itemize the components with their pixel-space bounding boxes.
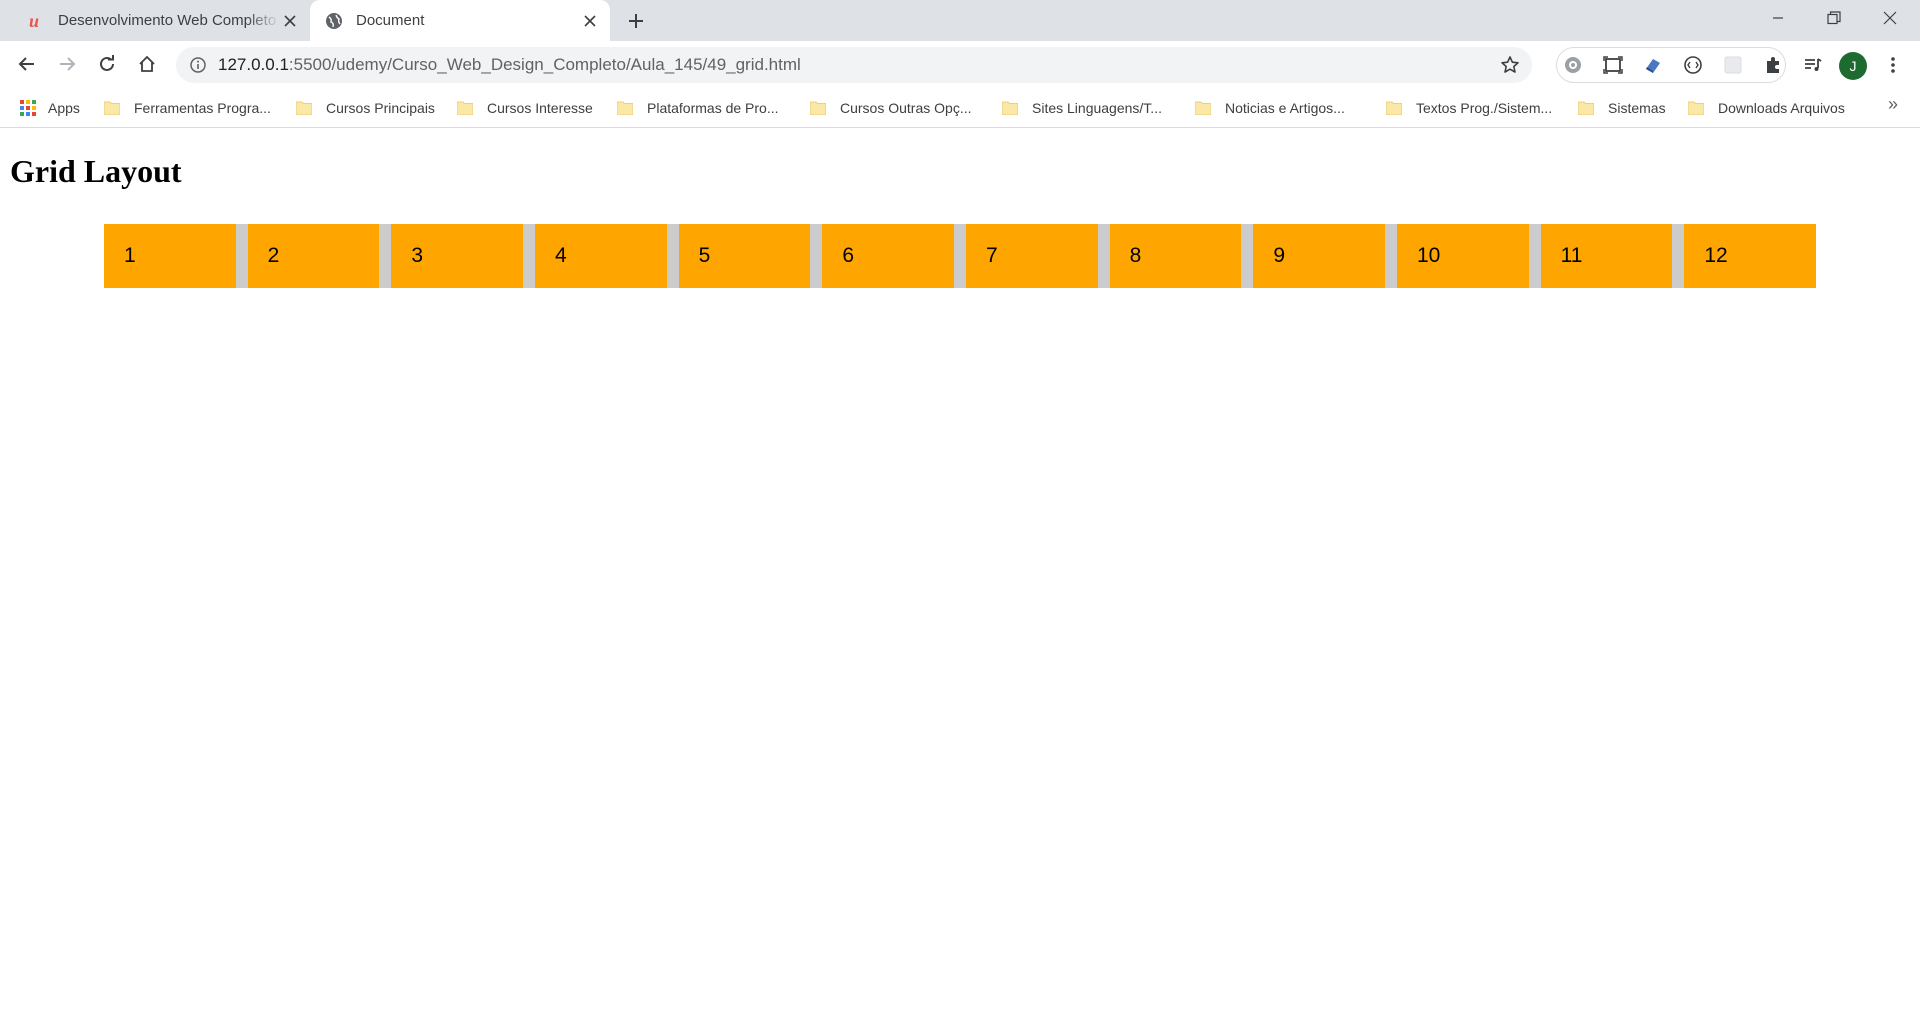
folder-icon — [104, 101, 120, 115]
grid-container: 1 2 3 4 5 6 7 8 9 10 11 12 — [104, 224, 1816, 288]
grid-item: 8 — [1109, 224, 1242, 288]
profile-avatar[interactable]: J — [1839, 52, 1867, 80]
folder-icon — [810, 101, 826, 115]
address-bar[interactable]: 127.0.0.1:5500/udemy/Curso_Web_Design_Co… — [176, 47, 1532, 83]
page-content: Grid Layout 1 2 3 4 5 6 7 8 9 10 11 12 — [0, 129, 1920, 1030]
globe-icon — [324, 11, 344, 31]
bookmark-star-icon[interactable] — [1500, 55, 1520, 75]
grid-item: 11 — [1540, 224, 1673, 288]
grid-item: 6 — [822, 224, 954, 288]
page-heading: Grid Layout — [10, 153, 182, 189]
folder-icon — [457, 101, 473, 115]
apps-grid-icon — [20, 100, 36, 116]
folder-icon — [296, 101, 312, 115]
folder-icon — [1688, 101, 1704, 115]
url-text: 127.0.0.1:5500/udemy/Curso_Web_Design_Co… — [218, 55, 801, 75]
home-button[interactable] — [132, 49, 162, 79]
code-extension-icon[interactable] — [1680, 52, 1706, 78]
bookmark-label: Textos Prog./Sistem... — [1416, 100, 1553, 116]
restore-button[interactable] — [1806, 0, 1862, 36]
extension-gear-icon[interactable] — [1560, 52, 1586, 78]
minimize-button[interactable] — [1750, 0, 1806, 36]
bookmark-label: Apps — [48, 100, 80, 116]
folder-icon — [1002, 101, 1018, 115]
close-tab-icon[interactable] — [580, 11, 600, 31]
new-tab-button[interactable] — [622, 8, 650, 34]
extensions-puzzle-icon[interactable] — [1760, 52, 1786, 78]
grid-item: 10 — [1397, 224, 1529, 288]
bookmark-label: Plataformas de Pro... — [647, 100, 779, 116]
reload-button[interactable] — [92, 49, 122, 79]
bookmark-label: Cursos Principais — [326, 100, 435, 116]
tab-title: Document — [356, 12, 425, 29]
media-queue-icon[interactable] — [1800, 52, 1826, 78]
bookmark-folder[interactable]: Plataformas de Pro... — [617, 95, 779, 121]
close-window-button[interactable] — [1862, 0, 1918, 36]
bookmark-folder[interactable]: Downloads Arquivos — [1688, 95, 1845, 121]
bookmark-folder[interactable]: Textos Prog./Sistem... — [1386, 95, 1552, 121]
bookmark-folder[interactable]: Sites Linguagens/T... — [1002, 95, 1162, 121]
tab-strip: u Desenvolvimento Web Completo Document — [0, 0, 1920, 41]
bookmark-label: Noticias e Artigos... — [1225, 100, 1345, 116]
grid-item: 9 — [1253, 224, 1385, 288]
browser-toolbar: 127.0.0.1:5500/udemy/Curso_Web_Design_Co… — [0, 41, 1920, 88]
folder-icon — [1386, 101, 1402, 115]
bookmark-folder[interactable]: Cursos Principais — [296, 95, 435, 121]
menu-kebab-icon[interactable] — [1880, 52, 1906, 78]
grid-item: 7 — [966, 224, 1098, 288]
bookmark-label: Sistemas — [1608, 100, 1666, 116]
grid-item: 3 — [391, 224, 523, 288]
tab-udemy[interactable]: u Desenvolvimento Web Completo — [12, 0, 310, 41]
extensions-area — [1556, 47, 1786, 83]
tab-document[interactable]: Document — [310, 0, 610, 41]
translate-extension-icon[interactable] — [1640, 52, 1666, 78]
folder-icon — [1578, 101, 1594, 115]
bookmark-label: Cursos Interesse — [487, 100, 593, 116]
bookmark-label: Cursos Outras Opç... — [840, 100, 972, 116]
url-path: :5500/udemy/Curso_Web_Design_Completo/Au… — [288, 55, 801, 74]
tab-title: Desenvolvimento Web Completo — [58, 12, 277, 29]
svg-text:u: u — [29, 11, 39, 31]
blank-extension-icon[interactable] — [1720, 52, 1746, 78]
bookmark-label: Ferramentas Progra... — [134, 100, 271, 116]
folder-icon — [1195, 101, 1211, 115]
grid-item: 2 — [247, 224, 380, 288]
bookmark-folder[interactable]: Noticias e Artigos... — [1195, 95, 1345, 121]
grid-item: 12 — [1684, 224, 1816, 288]
back-button[interactable] — [12, 49, 42, 79]
info-icon[interactable] — [188, 55, 208, 75]
bookmark-folder[interactable]: Cursos Outras Opç... — [810, 95, 971, 121]
bookmark-folder[interactable]: Sistemas — [1578, 95, 1666, 121]
grid-item: 4 — [535, 224, 667, 288]
screenshot-extension-icon[interactable] — [1600, 52, 1626, 78]
bookmark-folder[interactable]: Ferramentas Progra... — [104, 95, 271, 121]
bookmarks-overflow-chevron[interactable]: » — [1888, 94, 1898, 115]
grid-item: 1 — [104, 224, 236, 288]
bookmark-label: Sites Linguagens/T... — [1032, 100, 1162, 116]
folder-icon — [617, 101, 633, 115]
grid-item: 5 — [678, 224, 811, 288]
bookmark-apps[interactable]: Apps — [20, 95, 80, 121]
udemy-icon: u — [26, 11, 46, 31]
close-tab-icon[interactable] — [280, 11, 300, 31]
url-host: 127.0.0.1 — [218, 55, 289, 74]
bookmark-folder[interactable]: Cursos Interesse — [457, 95, 593, 121]
bookmark-label: Downloads Arquivos — [1718, 100, 1845, 116]
bookmarks-bar: Apps Ferramentas Progra... Cursos Princi… — [0, 88, 1920, 128]
forward-button[interactable] — [52, 49, 82, 79]
